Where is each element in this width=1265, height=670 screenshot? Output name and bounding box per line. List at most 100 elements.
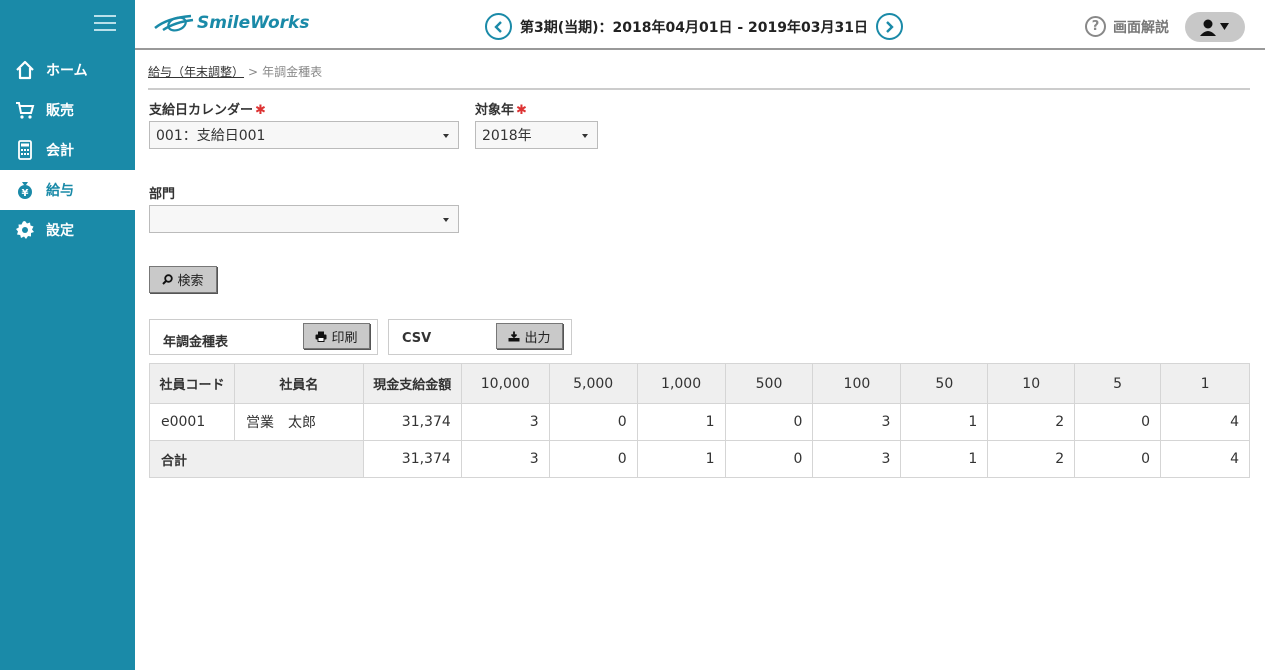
table-row: e0001 営業 太郎 31,374 3 0 1 0 3 1 2 0 4 (149, 403, 1250, 441)
breadcrumb-current: 年調金種表 (262, 65, 323, 79)
user-menu-button[interactable] (1185, 12, 1245, 42)
required-mark: ✱ (516, 103, 527, 118)
denomination-table: 社員コード 社員名 現金支給金額 10,000 5,000 1,000 500 … (149, 363, 1250, 478)
table-cell: 0 (548, 403, 638, 441)
table-cell: 1 (636, 403, 726, 441)
sidebar-item-settings[interactable]: 設定 (0, 210, 135, 250)
help-icon: ? (1085, 16, 1106, 37)
table-header-row: 社員コード 社員名 現金支給金額 10,000 5,000 1,000 500 … (149, 363, 1250, 404)
csv-box: CSV 出力 (388, 319, 572, 355)
total-cell: 3 (812, 440, 902, 478)
department-select[interactable] (149, 205, 459, 233)
total-cell: 0 (724, 440, 814, 478)
sidebar-item-label: 会計 (46, 143, 74, 159)
table-cell: 3 (460, 403, 550, 441)
caret-down-icon (443, 218, 449, 222)
column-header: 50 (900, 363, 989, 404)
next-period-button[interactable] (875, 13, 903, 40)
sidebar-item-label: 給与 (46, 183, 74, 199)
chevron-right-icon (886, 20, 895, 33)
sidebar-item-accounting[interactable]: 会計 (0, 130, 135, 170)
column-header: 10,000 (460, 363, 550, 404)
table-cell: 0 (724, 403, 814, 441)
sidebar-item-label: ホーム (46, 63, 88, 79)
table-cell: 0 (1074, 403, 1162, 441)
hamburger-menu-icon[interactable] (94, 15, 116, 33)
department-label-text: 部門 (149, 187, 176, 202)
column-header: 1,000 (636, 363, 726, 404)
home-icon (14, 59, 36, 81)
table-cell: 営業 太郎 (233, 403, 364, 441)
total-cell: 1 (900, 440, 989, 478)
year-label-text: 対象年 (475, 103, 515, 118)
help-label: 画面解説 (1113, 19, 1169, 36)
required-mark: ✱ (255, 103, 266, 118)
column-header: 100 (812, 363, 902, 404)
column-header: 500 (724, 363, 814, 404)
sidebar-item-label: 販売 (46, 103, 74, 119)
table-total-row: 合計 31,374 3 0 1 0 3 1 2 0 4 (149, 440, 1250, 478)
logo-swoosh-icon (154, 14, 194, 32)
csv-box-label: CSV (402, 331, 432, 346)
header: SmileWorks 第3期(当期)：2018年04月01日 - 2019年03… (135, 0, 1265, 50)
column-header: 1 (1160, 363, 1250, 404)
help-button[interactable]: ? 画面解説 (1085, 16, 1169, 37)
logo-text: SmileWorks (197, 13, 310, 33)
total-cell: 4 (1160, 440, 1250, 478)
year-label: 対象年 ✱ (475, 99, 527, 118)
chevron-left-icon (493, 20, 502, 33)
sidebar: ホーム 販売 会計 ¥ 給与 設定 (0, 0, 135, 670)
user-icon (1200, 19, 1229, 36)
column-header: 10 (987, 363, 1076, 404)
main-content: 給与（年末調整） > 年調金種表 (148, 50, 1250, 90)
caret-down-icon (443, 134, 449, 138)
column-header: 5,000 (548, 363, 638, 404)
total-cell: 0 (548, 440, 638, 478)
sidebar-item-home[interactable]: ホーム (0, 50, 135, 90)
column-header: 社員名 (233, 363, 364, 404)
breadcrumb-separator: > (248, 65, 259, 79)
column-header: 現金支給金額 (362, 363, 462, 404)
calendar-select[interactable]: 001：支給日001 (149, 121, 459, 149)
year-select[interactable]: 2018年 (475, 121, 598, 149)
breadcrumb-parent-link[interactable]: 給与（年末調整） (148, 65, 244, 79)
table-cell: 3 (812, 403, 902, 441)
department-label: 部門 (149, 183, 175, 202)
year-select-value: 2018年 (482, 128, 532, 144)
table-cell: 1 (900, 403, 989, 441)
table-cell: e0001 (149, 403, 235, 441)
sidebar-item-payroll[interactable]: ¥ 給与 (0, 170, 135, 210)
export-button-label: 出力 (524, 330, 551, 346)
total-cell: 2 (987, 440, 1076, 478)
calendar-label: 支給日カレンダー ✱ (149, 99, 266, 118)
calendar-select-value: 001：支給日001 (156, 128, 266, 144)
sidebar-item-label: 設定 (46, 223, 74, 239)
sidebar-item-sales[interactable]: 販売 (0, 90, 135, 130)
logo[interactable]: SmileWorks (153, 12, 309, 34)
breadcrumb: 給与（年末調整） > 年調金種表 (148, 63, 1250, 90)
total-cell: 3 (460, 440, 550, 478)
table-cell: 31,374 (362, 403, 462, 441)
previous-period-button[interactable] (485, 13, 512, 40)
printer-icon (315, 331, 327, 342)
total-label: 合計 (149, 440, 364, 478)
money-bag-icon: ¥ (14, 179, 36, 201)
search-button[interactable]: 検索 (149, 266, 217, 293)
column-header: 社員コード (149, 363, 235, 404)
svg-text:¥: ¥ (22, 188, 29, 199)
caret-down-icon (582, 134, 588, 138)
export-button[interactable]: 出力 (496, 323, 563, 349)
calculator-icon (14, 139, 36, 161)
print-box: 年調金種表 印刷 (149, 319, 378, 355)
search-button-label: 検索 (177, 274, 204, 289)
table-cell: 2 (987, 403, 1076, 441)
print-box-label: 年調金種表 (163, 335, 229, 350)
period-text: 第3期(当期)：2018年04月01日 - 2019年03月31日 (520, 19, 868, 36)
print-button[interactable]: 印刷 (303, 323, 370, 349)
sidebar-nav: ホーム 販売 会計 ¥ 給与 設定 (0, 50, 135, 250)
calendar-label-text: 支給日カレンダー (149, 103, 254, 118)
print-button-label: 印刷 (331, 330, 358, 346)
download-icon (508, 331, 520, 341)
total-cell: 1 (636, 440, 726, 478)
total-cell: 31,374 (362, 440, 462, 478)
